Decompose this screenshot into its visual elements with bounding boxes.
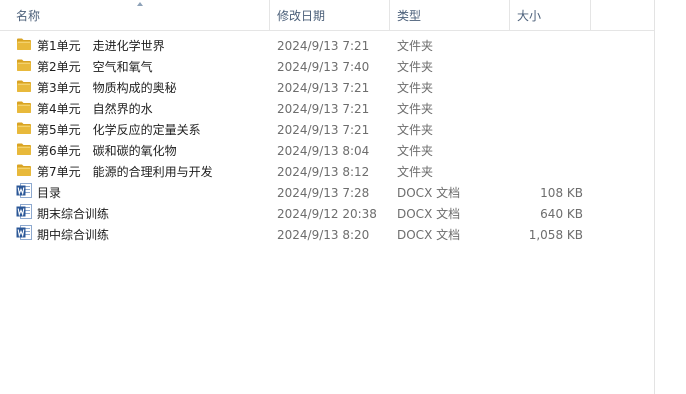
file-type: DOCX 文档	[397, 228, 461, 242]
file-name: 第4单元 自然界的水	[37, 102, 153, 116]
folder-icon	[16, 99, 32, 114]
file-modified-date: 2024/9/13 7:21	[277, 102, 370, 116]
column-header-name[interactable]: 名称	[0, 0, 270, 30]
file-modified-date: 2024/9/13 7:21	[277, 123, 370, 137]
file-name: 第3单元 物质构成的奥秘	[37, 81, 177, 95]
file-name: 第5单元 化学反应的定量关系	[37, 123, 201, 137]
file-modified-date: 2024/9/13 7:21	[277, 39, 370, 53]
file-list: 第1单元 走进化学世界 2024/9/13 7:21 文件夹 第2单元 空气和氧气 20…	[0, 36, 654, 246]
column-header-bar: 名称 修改日期 类型 大小	[0, 0, 654, 31]
file-modified-date: 2024/9/13 8:12	[277, 165, 370, 179]
file-row[interactable]: 第6单元 碳和碳的氧化物 2024/9/13 8:04 文件夹	[0, 141, 654, 162]
file-type: 文件夹	[397, 165, 434, 179]
file-name: 第1单元 走进化学世界	[37, 39, 165, 53]
file-name: 第6单元 碳和碳的氧化物	[37, 144, 177, 158]
file-modified-date: 2024/9/13 7:40	[277, 60, 370, 74]
file-size: 640 KB	[540, 207, 583, 221]
column-header-size[interactable]: 大小	[510, 0, 591, 30]
column-header-type[interactable]: 类型	[390, 0, 510, 30]
word-doc-icon	[16, 204, 32, 219]
file-name: 第2单元 空气和氧气	[37, 60, 153, 74]
file-name: 第7单元 能源的合理利用与开发	[37, 165, 213, 179]
file-type: 文件夹	[397, 39, 434, 53]
file-modified-date: 2024/9/12 20:38	[277, 207, 377, 221]
pane-divider	[654, 0, 655, 394]
file-type: 文件夹	[397, 81, 434, 95]
file-type: 文件夹	[397, 60, 434, 74]
file-row[interactable]: 期中综合训练 2024/9/13 8:20 DOCX 文档 1,058 KB	[0, 225, 654, 246]
column-header-size-label: 大小	[517, 9, 542, 23]
file-modified-date: 2024/9/13 8:20	[277, 228, 370, 242]
folder-icon	[16, 120, 32, 135]
folder-icon	[16, 57, 32, 72]
folder-icon	[16, 141, 32, 156]
column-header-date[interactable]: 修改日期	[270, 0, 390, 30]
file-row[interactable]: 期末综合训练 2024/9/12 20:38 DOCX 文档 640 KB	[0, 204, 654, 225]
file-row[interactable]: 第2单元 空气和氧气 2024/9/13 7:40 文件夹	[0, 57, 654, 78]
word-doc-icon	[16, 225, 32, 240]
folder-icon	[16, 36, 32, 51]
file-type: 文件夹	[397, 123, 434, 137]
file-modified-date: 2024/9/13 7:21	[277, 81, 370, 95]
folder-icon	[16, 78, 32, 93]
file-row[interactable]: 第3单元 物质构成的奥秘 2024/9/13 7:21 文件夹	[0, 78, 654, 99]
file-name: 目录	[37, 186, 62, 200]
word-doc-icon	[16, 183, 32, 198]
file-row[interactable]: 第7单元 能源的合理利用与开发 2024/9/13 8:12 文件夹	[0, 162, 654, 183]
file-size: 1,058 KB	[528, 228, 583, 242]
column-header-date-label: 修改日期	[277, 9, 326, 23]
folder-icon	[16, 162, 32, 177]
file-modified-date: 2024/9/13 7:28	[277, 186, 370, 200]
file-name: 期中综合训练	[37, 228, 110, 242]
file-type: 文件夹	[397, 102, 434, 116]
column-header-name-label: 名称	[16, 9, 41, 23]
file-size: 108 KB	[540, 186, 583, 200]
file-type: 文件夹	[397, 144, 434, 158]
column-header-type-label: 类型	[397, 9, 422, 23]
file-type: DOCX 文档	[397, 207, 461, 221]
file-name: 期末综合训练	[37, 207, 110, 221]
file-row[interactable]: 第4单元 自然界的水 2024/9/13 7:21 文件夹	[0, 99, 654, 120]
file-modified-date: 2024/9/13 8:04	[277, 144, 370, 158]
column-resize-handle[interactable]	[590, 0, 591, 30]
file-type: DOCX 文档	[397, 186, 461, 200]
file-row[interactable]: 目录 2024/9/13 7:28 DOCX 文档 108 KB	[0, 183, 654, 204]
sort-ascending-icon	[137, 2, 143, 6]
file-row[interactable]: 第1单元 走进化学世界 2024/9/13 7:21 文件夹	[0, 36, 654, 57]
file-row[interactable]: 第5单元 化学反应的定量关系 2024/9/13 7:21 文件夹	[0, 120, 654, 141]
